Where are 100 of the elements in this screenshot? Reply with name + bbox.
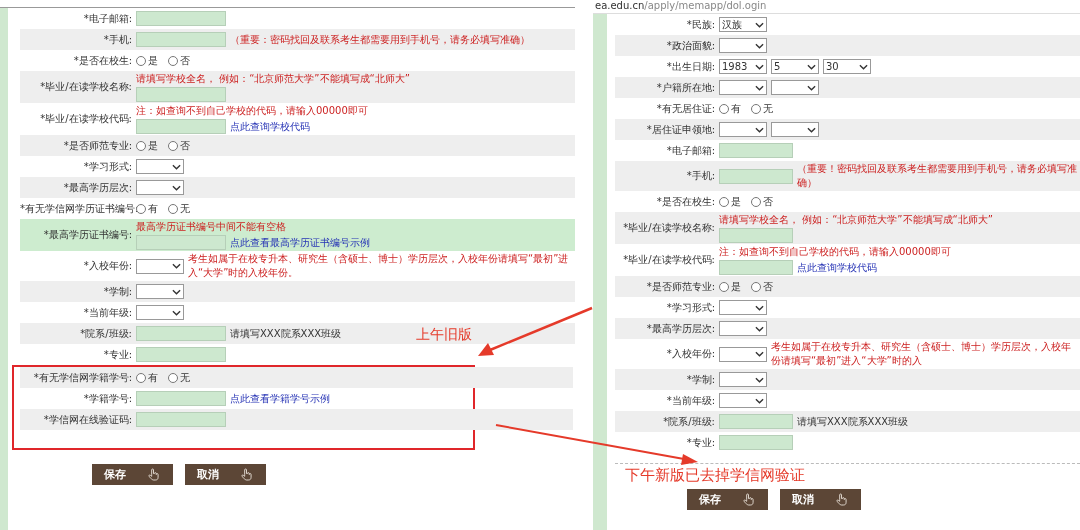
radio-button[interactable] xyxy=(168,55,178,66)
text-field[interactable] xyxy=(136,326,226,341)
radio-button[interactable] xyxy=(751,281,761,292)
hint-text: 请填写学校全名， 例如：“北京师范大学”不能填写成“北师大” xyxy=(136,72,411,86)
field-label: *手机: xyxy=(685,169,716,183)
radio-button[interactable] xyxy=(751,196,761,207)
dropdown[interactable]: 汉族 xyxy=(719,17,767,32)
dropdown[interactable] xyxy=(719,300,767,315)
radio-label: 否 xyxy=(763,194,773,209)
help-link[interactable]: 点此查询学校代码 xyxy=(230,119,310,134)
note-text: 请填写XXX院系XXX班级 xyxy=(230,326,342,341)
text-field[interactable] xyxy=(719,260,793,275)
text-field[interactable] xyxy=(719,435,793,450)
chevron-icon xyxy=(755,304,764,311)
text-field[interactable] xyxy=(719,143,793,158)
radio-label: 是 xyxy=(731,279,741,294)
field-label: *是否师范专业: xyxy=(62,138,133,153)
hint-text: （重要！密码找回及联系考生都需要用到手机号，请务必填写准确） xyxy=(797,162,1078,190)
field-label: *有无居住证: xyxy=(655,101,716,116)
address-text: ea.edu.cn/apply/memapp/dol.ogin xyxy=(593,0,1080,14)
dropdown[interactable] xyxy=(136,180,184,195)
field-label: *电子邮箱: xyxy=(665,143,716,158)
chevron-icon xyxy=(755,397,764,404)
radio-label: 是 xyxy=(148,138,158,153)
field-label: *当前年级: xyxy=(82,305,133,320)
dropdown[interactable] xyxy=(136,159,184,174)
radio-button[interactable] xyxy=(136,372,146,383)
chevron-icon xyxy=(807,63,816,70)
field-label: *院系/班级: xyxy=(79,326,133,341)
field-label: *出生日期: xyxy=(665,59,716,74)
note-text: 请填写XXX院系XXX班级 xyxy=(797,414,909,429)
dropdown[interactable]: 5 xyxy=(771,59,819,74)
dropdown[interactable] xyxy=(136,284,184,299)
hand-pointer-icon xyxy=(836,493,847,506)
chevron-icon xyxy=(755,351,764,357)
radio-button[interactable] xyxy=(136,55,146,66)
chevron-icon xyxy=(755,63,764,70)
chevron-icon xyxy=(755,325,764,332)
text-field[interactable] xyxy=(136,235,226,250)
chevron-icon xyxy=(172,309,181,316)
chevron-icon xyxy=(859,63,868,70)
dropdown[interactable] xyxy=(719,80,767,95)
dropdown[interactable] xyxy=(136,258,184,274)
chevron-icon xyxy=(755,21,764,28)
field-label: *毕业/在读学校名称: xyxy=(622,221,716,235)
help-link[interactable]: 点此查询学校代码 xyxy=(797,260,877,275)
field-label: *学籍学号: xyxy=(82,391,133,406)
field-label: *是否在校生: xyxy=(72,53,133,68)
radio-button[interactable] xyxy=(719,196,729,207)
radio-button[interactable] xyxy=(168,140,178,151)
field-label: *学制: xyxy=(102,284,133,299)
chevron-icon xyxy=(755,376,764,383)
dropdown[interactable]: 1983 xyxy=(719,59,767,74)
text-field[interactable] xyxy=(719,414,793,429)
radio-button[interactable] xyxy=(719,103,729,114)
dropdown[interactable]: 30 xyxy=(823,59,871,74)
save-button[interactable]: 保存 xyxy=(92,464,173,485)
chevron-icon xyxy=(755,84,764,91)
dropdown[interactable] xyxy=(136,305,184,320)
text-field[interactable] xyxy=(136,11,226,26)
radio-button[interactable] xyxy=(136,203,146,214)
radio-button[interactable] xyxy=(751,103,761,114)
field-label: *手机: xyxy=(102,32,133,47)
text-field[interactable] xyxy=(719,168,793,184)
text-field[interactable] xyxy=(136,347,226,362)
dropdown[interactable] xyxy=(771,80,819,95)
field-label: *学习形式: xyxy=(665,300,716,315)
cancel-button[interactable]: 取消 xyxy=(780,489,861,510)
chevron-icon xyxy=(807,126,816,133)
dropdown[interactable] xyxy=(719,346,767,362)
cancel-button[interactable]: 取消 xyxy=(185,464,266,485)
text-field[interactable] xyxy=(136,32,226,47)
annotation-text: 下午新版已去掉学信网验证 xyxy=(625,466,805,485)
chevron-icon xyxy=(172,163,181,170)
chevron-icon xyxy=(755,42,764,49)
radio-button[interactable] xyxy=(168,372,178,383)
dropdown[interactable] xyxy=(719,122,767,137)
field-label: *有无学信网学籍学号: xyxy=(32,370,133,385)
field-label: *学习形式: xyxy=(82,159,133,174)
field-label: *专业: xyxy=(685,435,716,450)
dropdown[interactable] xyxy=(719,372,767,387)
radio-button[interactable] xyxy=(719,281,729,292)
dropdown[interactable] xyxy=(771,122,819,137)
text-field[interactable] xyxy=(136,412,226,427)
dropdown[interactable] xyxy=(719,38,767,53)
hint-text: （重要：密码找回及联系考生都需要用到手机号，请务必填写准确） xyxy=(230,32,531,47)
text-field[interactable] xyxy=(136,391,226,406)
text-field[interactable] xyxy=(136,87,226,102)
save-button[interactable]: 保存 xyxy=(687,489,768,510)
radio-button[interactable] xyxy=(168,203,178,214)
text-field[interactable] xyxy=(719,228,793,243)
chevron-icon xyxy=(172,263,181,269)
radio-button[interactable] xyxy=(136,140,146,151)
dropdown[interactable] xyxy=(719,393,767,408)
help-link[interactable]: 点此查看学籍学号示例 xyxy=(230,391,330,406)
dropdown[interactable] xyxy=(719,321,767,336)
field-label: *毕业/在读学校名称: xyxy=(39,80,133,94)
text-field[interactable] xyxy=(136,119,226,134)
chevron-icon xyxy=(807,84,816,91)
help-link[interactable]: 点此查看最高学历证书编号示例 xyxy=(230,235,370,250)
